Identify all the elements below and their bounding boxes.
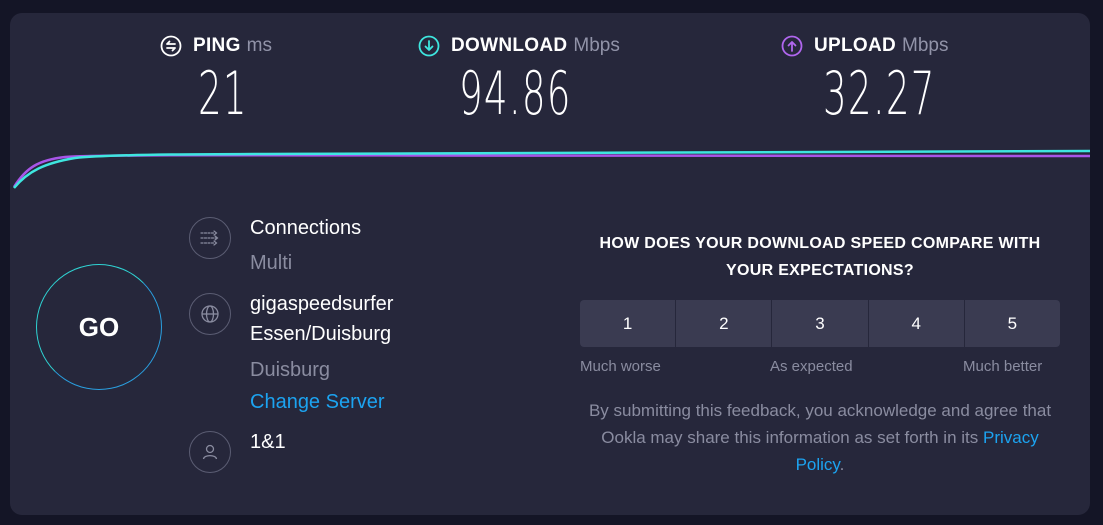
upload-icon xyxy=(781,35,803,57)
ping-value: 21 xyxy=(198,59,248,129)
disclaimer-text: By submitting this feedback, you acknowl… xyxy=(588,401,1052,447)
ping-label: PING xyxy=(193,35,241,56)
connections-title: Connections xyxy=(250,217,362,239)
ping-unit: ms xyxy=(246,35,272,56)
server-name: gigaspeedsurfer xyxy=(250,293,394,315)
scale-label-low: Much worse xyxy=(580,358,661,375)
globe-icon xyxy=(189,293,231,335)
connections-value: Multi xyxy=(250,252,293,274)
download-value: 94.86 xyxy=(459,59,572,129)
upload-graph-line xyxy=(12,153,1090,188)
download-unit: Mbps xyxy=(573,35,620,56)
upload-unit: Mbps xyxy=(902,35,949,56)
upload-value: 32.27 xyxy=(823,59,936,129)
upload-label: UPLOAD xyxy=(814,35,897,56)
server-city: Duisburg xyxy=(250,359,331,381)
user-icon xyxy=(189,431,231,473)
download-metric: DOWNLOAD Mbps 94.86 xyxy=(418,33,641,129)
rating-option-2[interactable]: 2 xyxy=(676,300,773,347)
go-button[interactable]: GO xyxy=(36,264,162,390)
provider-name: 1&1 xyxy=(250,431,286,453)
download-label: DOWNLOAD xyxy=(451,35,568,56)
survey-question: HOW DOES YOUR DOWNLOAD SPEED COMPARE WIT… xyxy=(599,235,1041,279)
rating-option-4[interactable]: 4 xyxy=(868,300,965,347)
rating-scale: 1 2 3 4 5 xyxy=(580,300,1060,347)
ping-icon xyxy=(160,35,182,57)
change-server-link[interactable]: Change Server xyxy=(250,390,385,414)
server-location: Essen/Duisburg xyxy=(250,323,392,345)
scale-label-mid: As expected xyxy=(770,358,853,375)
speed-graph xyxy=(12,149,1090,189)
rating-option-1[interactable]: 1 xyxy=(580,300,677,347)
ping-metric: PING ms 21 xyxy=(160,33,278,129)
feedback-disclaimer: By submitting this feedback, you acknowl… xyxy=(580,397,1060,478)
disclaimer-end: . xyxy=(839,455,845,474)
scale-label-high: Much better xyxy=(963,358,1043,375)
download-icon xyxy=(418,35,440,57)
speedtest-result-card: PING ms 21 DOWNLOAD Mbps 94.86 UPLOAD Mb… xyxy=(10,13,1090,515)
rating-option-3[interactable]: 3 xyxy=(772,300,869,347)
upload-metric: UPLOAD Mbps 32.27 xyxy=(781,33,1005,129)
rating-option-5[interactable]: 5 xyxy=(964,300,1060,347)
connections-icon xyxy=(189,217,231,259)
